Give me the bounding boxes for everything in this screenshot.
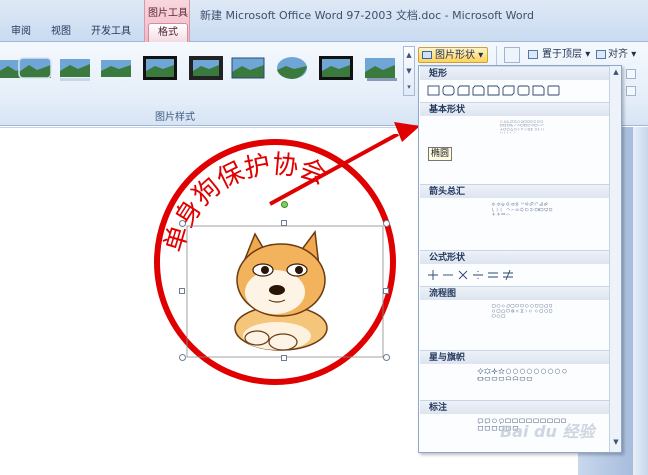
doge-sticker-image[interactable] bbox=[185, 224, 385, 359]
rotate-handle[interactable] bbox=[281, 201, 288, 208]
section-flowchart: 流程图 bbox=[420, 286, 620, 300]
basic-shapes-grid[interactable] bbox=[427, 120, 617, 134]
flowchart-grid[interactable] bbox=[427, 304, 617, 318]
shape-tooltip: 椭圆 bbox=[428, 147, 452, 161]
section-callouts: 标注 bbox=[420, 400, 620, 414]
bring-to-front-button[interactable]: 置于顶层 ▾ bbox=[528, 47, 590, 63]
resize-handle[interactable] bbox=[179, 354, 186, 361]
section-basic-shapes: 基本形状 bbox=[420, 102, 620, 116]
scroll-up-icon[interactable]: ▲ bbox=[610, 68, 621, 76]
watermark: Bai du 经验 bbox=[500, 422, 595, 441]
resize-handle[interactable] bbox=[281, 220, 287, 226]
section-block-arrows: 箭头总汇 bbox=[420, 184, 620, 198]
resize-handle[interactable] bbox=[179, 220, 186, 227]
align-label: 对齐 bbox=[608, 49, 628, 60]
gallery-more-icon[interactable]: ▾ bbox=[404, 79, 414, 95]
block-arrows-grid[interactable] bbox=[427, 202, 617, 216]
align-icon bbox=[596, 50, 606, 59]
section-equation-shapes: 公式形状 bbox=[420, 250, 620, 264]
resize-handle[interactable] bbox=[179, 288, 185, 294]
resize-handle[interactable] bbox=[383, 354, 390, 361]
chevron-down-icon: ▾ bbox=[585, 49, 591, 60]
scroll-down-icon[interactable]: ▼ bbox=[610, 438, 621, 446]
rotate-button[interactable] bbox=[626, 86, 636, 96]
picture-style-thumbnail[interactable] bbox=[57, 54, 93, 82]
chevron-down-icon: ▾ bbox=[478, 50, 484, 61]
window-title: 新建 Microsoft Office Word 97-2003 文档.doc … bbox=[200, 9, 534, 22]
picture-style-thumbnail[interactable] bbox=[142, 54, 178, 82]
picture-style-thumbnail[interactable] bbox=[98, 54, 134, 82]
equation-shapes-row[interactable] bbox=[427, 268, 527, 282]
resize-handle[interactable] bbox=[383, 288, 389, 294]
picture-style-thumbnail[interactable] bbox=[188, 54, 224, 82]
picture-tools-context: 图片工具 格式 bbox=[144, 0, 190, 42]
tab-developer[interactable]: 开发工具 bbox=[88, 22, 134, 42]
picture-tools-label: 图片工具 bbox=[148, 8, 188, 19]
resize-handle[interactable] bbox=[383, 220, 390, 227]
resize-handle[interactable] bbox=[281, 355, 287, 361]
picture-style-thumbnail[interactable] bbox=[17, 54, 53, 82]
section-rectangles: 矩形 bbox=[420, 66, 620, 80]
vertical-scrollbar[interactable] bbox=[632, 127, 648, 475]
shape-menu-scrollbar[interactable]: ▲ ▼ bbox=[609, 66, 621, 452]
tab-format[interactable]: 格式 bbox=[148, 23, 188, 42]
picture-style-thumbnail[interactable] bbox=[362, 54, 398, 82]
group-button[interactable] bbox=[626, 69, 636, 79]
bring-front-icon bbox=[528, 50, 538, 59]
picture-style-thumbnail[interactable] bbox=[230, 54, 266, 82]
tab-view[interactable]: 视图 bbox=[46, 22, 76, 42]
picture-shape-button[interactable]: 图片形状 ▾ bbox=[418, 47, 488, 63]
bring-to-front-label: 置于顶层 bbox=[542, 49, 582, 60]
pointer-arrowhead bbox=[394, 122, 420, 142]
gallery-up-icon[interactable]: ▲ bbox=[404, 47, 414, 63]
chevron-down-icon: ▾ bbox=[631, 49, 637, 60]
stars-banners-grid[interactable] bbox=[427, 368, 617, 382]
align-button[interactable]: 对齐 ▾ bbox=[596, 47, 636, 63]
section-stars-banners: 星与旗帜 bbox=[420, 350, 620, 364]
word-window: 审阅 视图 开发工具 图片工具 格式 新建 Microsoft Office W… bbox=[0, 0, 648, 475]
picture-style-thumbnail[interactable] bbox=[318, 54, 354, 82]
gallery-down-icon[interactable]: ▼ bbox=[404, 63, 414, 79]
picture-styles-gallery bbox=[0, 46, 405, 96]
gallery-scroller[interactable]: ▲ ▼ ▾ bbox=[403, 46, 415, 96]
picture-shape-menu: 矩形 基本形状 箭头总汇 公式形状 流程图 星与旗帜 标注 ▲ ▼ bbox=[418, 65, 622, 453]
picture-styles-group-label: 图片样式 bbox=[155, 112, 195, 123]
title-bar: 审阅 视图 开发工具 图片工具 格式 新建 Microsoft Office W… bbox=[0, 0, 648, 42]
picture-shape-icon bbox=[422, 51, 432, 59]
picture-style-thumbnail[interactable] bbox=[274, 54, 310, 82]
picture-shape-label: 图片形状 bbox=[435, 50, 475, 61]
rectangle-shapes-row[interactable] bbox=[427, 84, 577, 98]
tab-review[interactable]: 审阅 bbox=[6, 22, 36, 42]
position-button[interactable] bbox=[504, 47, 520, 63]
